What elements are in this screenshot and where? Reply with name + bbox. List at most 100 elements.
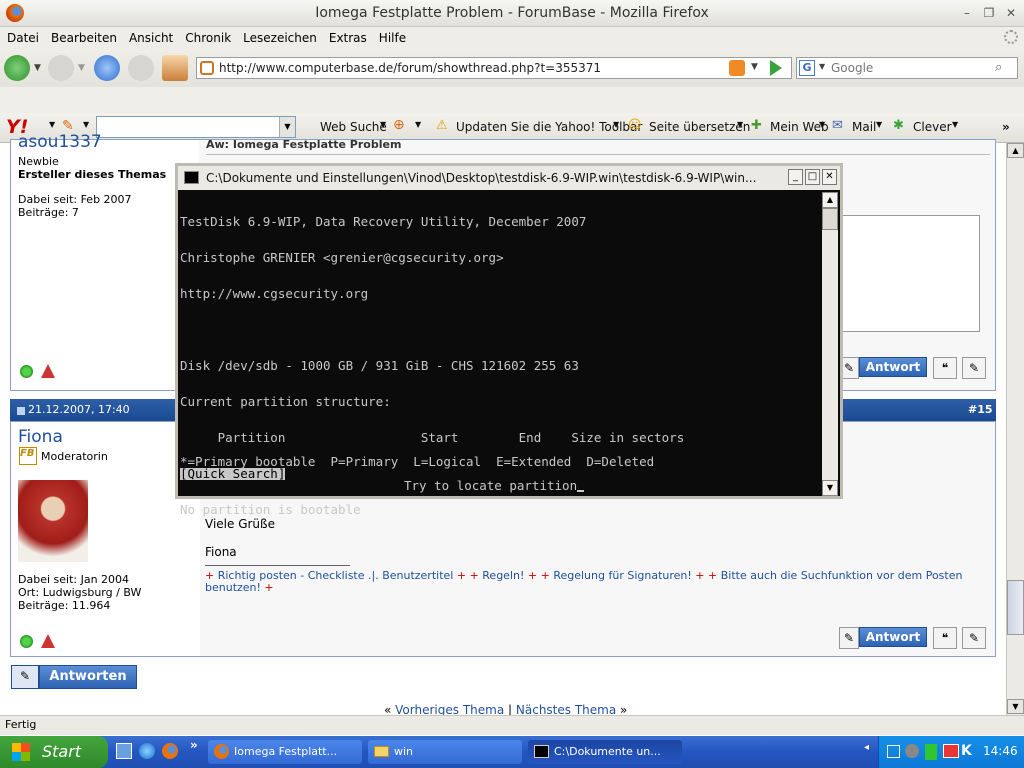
- post-icon: [17, 407, 25, 415]
- clever-dropdown-icon[interactable]: ▼: [952, 120, 958, 129]
- internet-explorer-icon[interactable]: [139, 743, 155, 759]
- tray-k-icon[interactable]: K: [961, 743, 972, 759]
- quote-icon[interactable]: ❝: [933, 357, 957, 379]
- maximize-button[interactable]: ❐: [980, 4, 998, 22]
- stop-icon[interactable]: [128, 55, 154, 81]
- console-scroll-up-icon[interactable]: ▲: [822, 192, 838, 208]
- translate-dropdown-icon[interactable]: ▼: [737, 120, 743, 129]
- console-output[interactable]: TestDisk 6.9-WIP, Data Recovery Utility,…: [180, 192, 822, 516]
- new-reply-button[interactable]: Antworten: [39, 665, 137, 689]
- report-post-icon[interactable]: [41, 364, 55, 378]
- my-web-dropdown-icon[interactable]: ▼: [819, 120, 825, 129]
- firefox-task-icon: [214, 744, 229, 759]
- yahoo-search-dropdown-icon[interactable]: ▼: [279, 117, 295, 137]
- scroll-up-arrow-icon[interactable]: ▲: [1007, 143, 1024, 158]
- reply-button[interactable]: Antwort: [859, 357, 927, 377]
- console-scroll-thumb[interactable]: [822, 208, 838, 230]
- page-scrollbar[interactable]: ▲ ▼: [1006, 143, 1024, 715]
- author-joined: Dabei seit: Jan 2004: [18, 573, 130, 586]
- web-search-button[interactable]: Web Suche: [320, 120, 387, 134]
- task-firefox-label: Iomega Festplatt...: [234, 745, 338, 758]
- mail-dropdown-icon[interactable]: ▼: [876, 120, 882, 129]
- multi-quote-icon[interactable]: ✎: [962, 357, 986, 379]
- start-button[interactable]: Start: [0, 736, 108, 768]
- start-label: Start: [42, 742, 82, 761]
- firefox-quicklaunch-icon[interactable]: [162, 743, 178, 759]
- search-icon[interactable]: ⌕: [995, 60, 1013, 76]
- web-search-dropdown-icon[interactable]: ▼: [380, 120, 386, 129]
- console-titlebar[interactable]: C:\Dokumente und Einstellungen\Vinod\Des…: [178, 166, 840, 190]
- reply-button[interactable]: Antwort: [859, 627, 927, 647]
- task-folder-label: win: [394, 745, 414, 758]
- translate-button[interactable]: Seite übersetzen: [649, 120, 750, 134]
- back-dropdown-icon[interactable]: ▼: [34, 63, 41, 73]
- author-name[interactable]: Fiona: [18, 427, 63, 447]
- tray-battery-icon[interactable]: [925, 744, 937, 760]
- tray-expand-icon[interactable]: ◂: [864, 742, 869, 753]
- post-author-column: Fiona FB Moderatorin Dabei seit: Jan 200…: [11, 422, 199, 656]
- menu-chronik[interactable]: Chronik: [179, 28, 237, 48]
- forward-dropdown-icon[interactable]: ▼: [78, 63, 85, 73]
- console-scroll-down-icon[interactable]: ▼: [822, 480, 838, 496]
- task-console[interactable]: C:\Dokumente un...: [528, 740, 682, 764]
- console-minimize-button[interactable]: _: [788, 169, 803, 185]
- author-name[interactable]: asou1337: [18, 132, 102, 152]
- my-web-icon: ✚: [751, 118, 762, 133]
- menu-hilfe[interactable]: Hilfe: [373, 28, 412, 48]
- close-button[interactable]: ✕: [1002, 4, 1020, 22]
- yahoo-search-input[interactable]: ▼: [96, 116, 296, 138]
- go-arrow-icon[interactable]: [770, 60, 782, 76]
- rss-feed-icon[interactable]: [729, 60, 745, 76]
- subject-divider: [206, 154, 990, 155]
- console-close-button[interactable]: ✕: [822, 169, 837, 185]
- multi-quote-icon[interactable]: ✎: [962, 627, 986, 649]
- reload-icon[interactable]: [94, 55, 120, 81]
- minimize-button[interactable]: –: [958, 4, 976, 22]
- menu-extras[interactable]: Extras: [323, 28, 373, 48]
- menu-bearbeiten[interactable]: Bearbeiten: [45, 28, 123, 48]
- system-tray: K 14:46: [878, 736, 1024, 768]
- scroll-thumb[interactable]: [1007, 580, 1024, 635]
- clever-button[interactable]: Clever: [913, 120, 952, 134]
- translate-icon: ☺: [628, 118, 642, 133]
- url-dropdown-icon[interactable]: ▼: [751, 62, 758, 72]
- status-text: Fertig: [5, 718, 37, 731]
- crosshair-dropdown-icon[interactable]: ▼: [415, 120, 421, 129]
- update-dropdown-icon[interactable]: ▼: [613, 120, 619, 129]
- site-favicon-icon: [200, 61, 214, 75]
- edit-post-icon[interactable]: ✎: [839, 627, 859, 649]
- pencil-dropdown-icon[interactable]: ▼: [83, 120, 89, 129]
- mail-button[interactable]: Mail: [852, 120, 876, 134]
- tray-clock[interactable]: 14:46: [983, 744, 1018, 758]
- menu-datei[interactable]: Datei: [1, 28, 45, 48]
- console-line: No partition is bootable: [180, 502, 361, 517]
- quick-search-option[interactable]: [Quick Search]: [180, 467, 286, 480]
- console-maximize-button[interactable]: □: [805, 169, 820, 185]
- new-reply-icon[interactable]: ✎: [11, 665, 39, 689]
- forward-arrow-icon[interactable]: [48, 55, 74, 81]
- google-engine-icon[interactable]: G: [799, 60, 815, 76]
- tray-network-icon[interactable]: [887, 745, 900, 758]
- report-post-icon[interactable]: [41, 634, 55, 648]
- task-firefox[interactable]: Iomega Festplatt...: [208, 740, 362, 764]
- home-icon[interactable]: [162, 55, 188, 81]
- menu-lesezeichen[interactable]: Lesezeichen: [237, 28, 323, 48]
- scroll-down-arrow-icon[interactable]: ▼: [1007, 699, 1024, 714]
- engine-dropdown-icon[interactable]: ▼: [819, 62, 825, 71]
- toolbar-overflow-icon[interactable]: »: [1002, 120, 1010, 134]
- console-scrollbar[interactable]: ▲ ▼: [822, 192, 838, 496]
- tray-skype-icon[interactable]: [905, 744, 919, 758]
- tray-security-icon[interactable]: [943, 744, 959, 758]
- post-number[interactable]: #15: [968, 403, 993, 416]
- yahoo-dropdown-icon[interactable]: ▼: [49, 120, 55, 129]
- task-win-folder[interactable]: win: [368, 740, 522, 764]
- show-desktop-icon[interactable]: [116, 743, 132, 759]
- url-field[interactable]: http://www.computerbase.de/forum/showthr…: [196, 57, 792, 79]
- quote-icon[interactable]: ❝: [933, 627, 957, 649]
- back-arrow-icon[interactable]: [4, 55, 30, 81]
- search-field[interactable]: G ▼ Google ⌕: [796, 57, 1018, 79]
- crosshair-icon[interactable]: ⊕: [393, 117, 405, 133]
- menu-ansicht[interactable]: Ansicht: [123, 28, 179, 48]
- quicklaunch-overflow-icon[interactable]: »: [190, 738, 198, 752]
